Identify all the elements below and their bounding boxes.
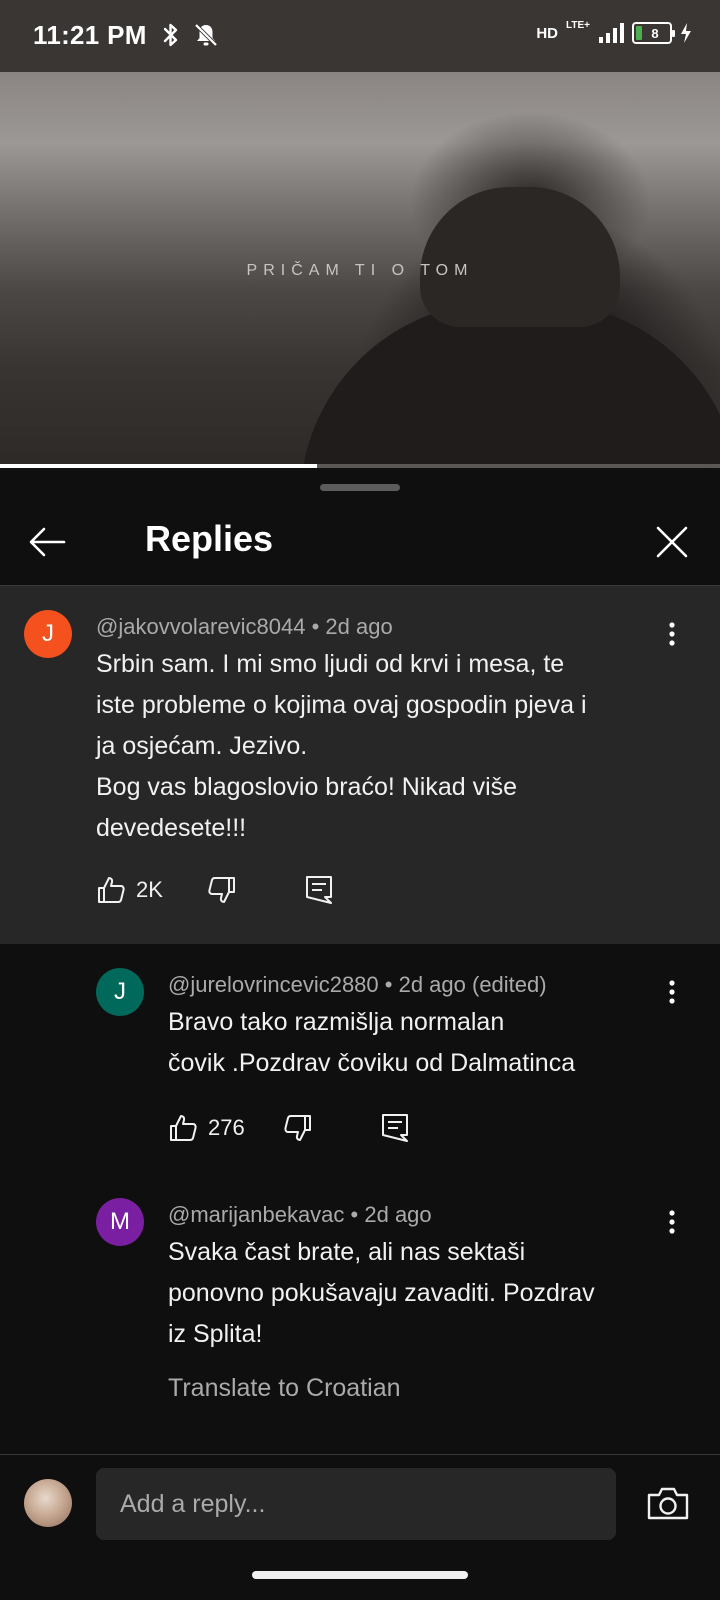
comment-meta: @jurelovrincevic2880 • 2d ago (edited): [168, 972, 547, 997]
more-vertical-icon: [669, 1210, 675, 1234]
comment-meta: @marijanbekavac • 2d ago: [168, 1202, 432, 1227]
comment-text: Srbin sam. I mi smo ljudi od krvi i mesa…: [96, 650, 587, 842]
like-button[interactable]: 2K: [96, 875, 163, 905]
status-bar: 11:21 PM HD LTE+ 8: [0, 0, 720, 72]
more-options-button[interactable]: [656, 972, 688, 1012]
replies-sheet: Replies J @jakovvolarevic8044 • 2d ago S…: [0, 468, 720, 1600]
comment-time: 2d ago (edited): [398, 972, 547, 997]
comment-meta: @jakovvolarevic8044 • 2d ago: [96, 614, 393, 639]
thumbs-down-icon: [284, 1115, 311, 1141]
more-vertical-icon: [669, 622, 675, 646]
comment-author[interactable]: @jurelovrincevic2880: [168, 972, 379, 997]
reply-bar-divider: [0, 1454, 720, 1455]
like-count: 2K: [136, 877, 163, 902]
network-label: HD: [536, 24, 559, 42]
reply-comment: M @marijanbekavac • 2d ago Svaka čast br…: [0, 1174, 720, 1424]
reply-comment: J @jurelovrincevic2880 • 2d ago (edited)…: [0, 944, 720, 1174]
camera-button[interactable]: [644, 1480, 692, 1528]
panel-title: Replies: [145, 518, 274, 559]
drag-handle[interactable]: [320, 484, 400, 491]
video-caption: PRIČAM TI O TOM: [246, 262, 474, 279]
replies-header: Replies: [0, 498, 720, 586]
more-vertical-icon: [669, 980, 675, 1004]
reply-button[interactable]: [305, 875, 333, 905]
comment-actions: 276: [168, 1108, 409, 1148]
dislike-button[interactable]: [283, 1113, 313, 1143]
comment-time: 2d ago: [325, 614, 393, 639]
battery-icon: 8: [632, 22, 675, 44]
thumbs-down-icon: [208, 877, 235, 903]
parent-comment: J @jakovvolarevic8044 • 2d ago Srbin sam…: [0, 586, 720, 944]
comment-time: 2d ago: [364, 1202, 432, 1227]
close-icon: [656, 526, 688, 558]
user-avatar[interactable]: [24, 1479, 72, 1527]
comment-actions: 2K: [96, 870, 333, 910]
like-count: 276: [208, 1115, 245, 1140]
close-button[interactable]: [648, 518, 696, 566]
back-button[interactable]: [24, 518, 72, 566]
bluetooth-icon: [163, 23, 178, 47]
back-arrow-icon: [29, 527, 66, 557]
network-type-label: LTE+: [566, 19, 590, 31]
video-figure-head: [420, 187, 620, 327]
charging-icon: [681, 23, 691, 43]
home-indicator[interactable]: [252, 1571, 468, 1579]
dislike-button[interactable]: [207, 875, 237, 905]
avatar[interactable]: M: [96, 1198, 144, 1246]
comment-author[interactable]: @marijanbekavac: [168, 1202, 344, 1227]
camera-icon: [647, 1487, 689, 1520]
mute-icon: [194, 23, 218, 47]
like-button[interactable]: 276: [168, 1113, 245, 1143]
reply-button[interactable]: [381, 1113, 409, 1143]
comment-author[interactable]: @jakovvolarevic8044: [96, 614, 305, 639]
comment-text: Bravo tako razmišlja normalan čovik .Poz…: [168, 1008, 576, 1077]
translate-link[interactable]: Translate to Croatian: [168, 1374, 401, 1403]
status-time: 11:21 PM: [33, 20, 147, 50]
video-player[interactable]: PRIČAM TI O TOM: [0, 72, 720, 468]
reply-comment-icon: [381, 1114, 408, 1142]
avatar[interactable]: J: [24, 610, 72, 658]
reply-comment-icon: [305, 876, 332, 904]
avatar[interactable]: J: [96, 968, 144, 1016]
more-options-button[interactable]: [656, 1202, 688, 1242]
thumbs-up-icon: [170, 1115, 197, 1141]
more-options-button[interactable]: [656, 614, 688, 654]
thumbs-up-icon: [98, 877, 125, 903]
reply-input[interactable]: [96, 1468, 616, 1540]
signal-icon: [599, 23, 624, 43]
comment-text: Svaka čast brate, ali nas sektaši ponovn…: [168, 1238, 595, 1348]
